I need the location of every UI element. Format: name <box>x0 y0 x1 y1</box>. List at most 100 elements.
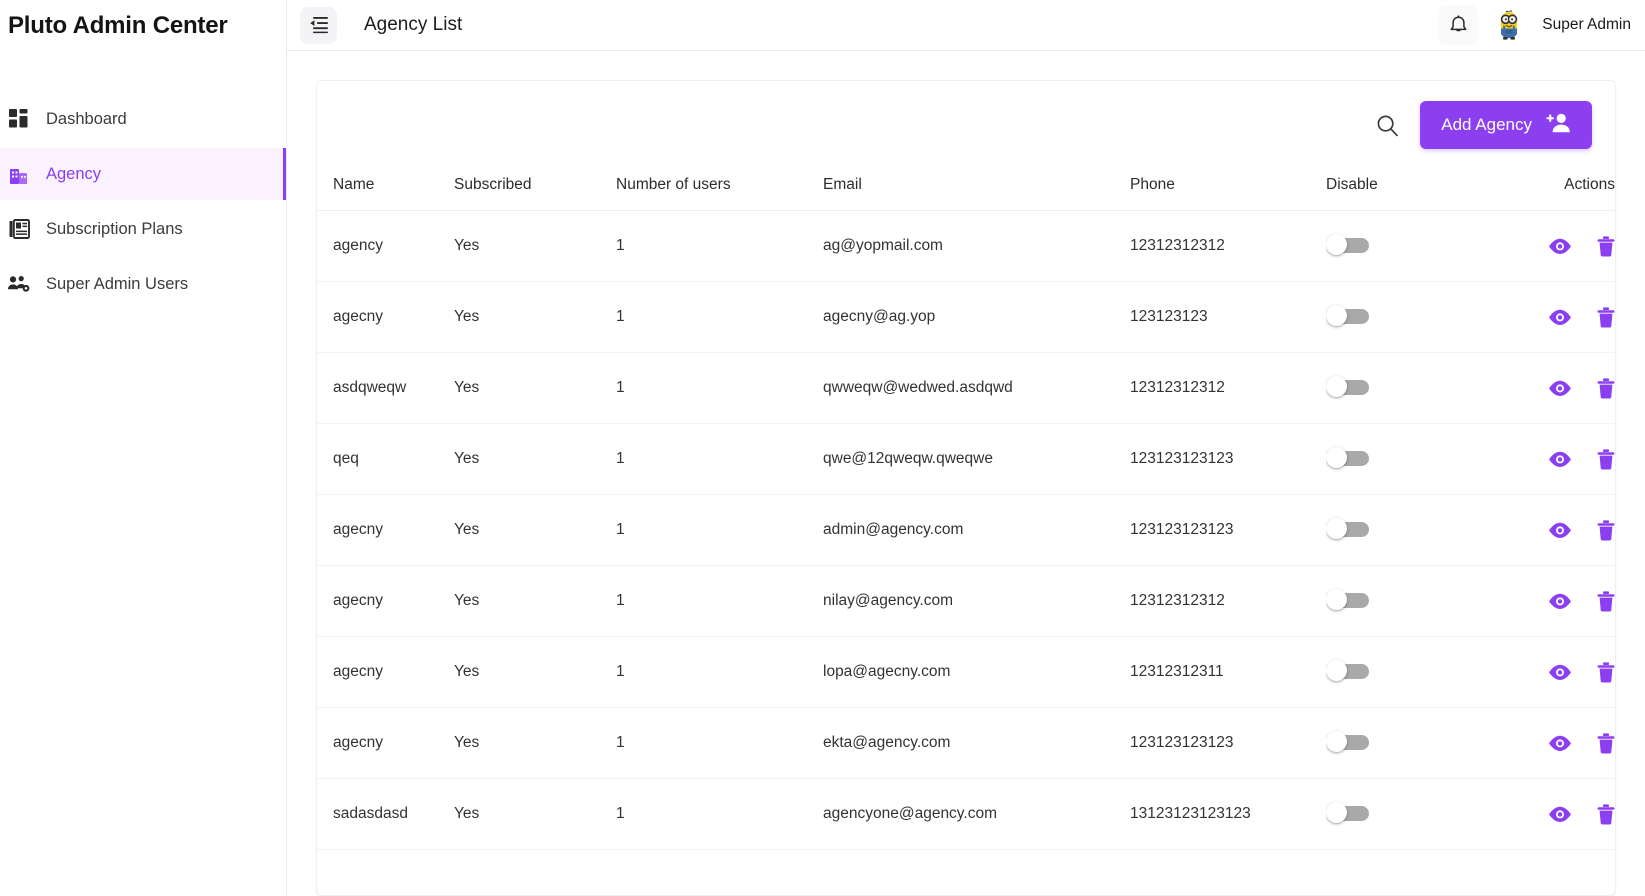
disable-toggle[interactable] <box>1326 376 1372 399</box>
topbar-right: Super Admin <box>1438 5 1631 45</box>
row-actions <box>1494 519 1615 541</box>
row-actions <box>1494 306 1615 328</box>
cell-phone: 12312312312 <box>1130 210 1326 282</box>
column-header-email[interactable]: Email <box>823 162 1130 211</box>
toggle-thumb <box>1326 447 1347 468</box>
eye-icon[interactable] <box>1548 735 1572 752</box>
cell-phone: 123123123 <box>1130 281 1326 353</box>
sidebar-item-label: Dashboard <box>46 109 127 128</box>
cell-name: agecny <box>317 565 454 637</box>
sidebar-item-agency[interactable]: Agency <box>0 148 286 200</box>
trash-icon[interactable] <box>1597 590 1615 612</box>
eye-icon[interactable] <box>1548 806 1572 823</box>
disable-toggle[interactable] <box>1326 802 1372 825</box>
eye-icon[interactable] <box>1548 664 1572 681</box>
row-actions <box>1494 803 1615 825</box>
column-header-name[interactable]: Name <box>317 162 454 211</box>
disable-toggle[interactable] <box>1326 234 1372 257</box>
cell-email: qwe@12qweqw.qweqwe <box>823 423 1130 495</box>
row-actions <box>1494 377 1615 399</box>
toggle-thumb <box>1326 234 1347 255</box>
trash-icon[interactable] <box>1597 519 1615 541</box>
row-actions <box>1494 661 1615 683</box>
cell-actions <box>1494 423 1615 495</box>
cell-name: sadasdasd <box>317 778 454 850</box>
toggle-thumb <box>1326 376 1347 397</box>
disable-toggle[interactable] <box>1326 447 1372 470</box>
cell-disable <box>1326 565 1494 637</box>
toggle-thumb <box>1326 731 1347 752</box>
trash-icon[interactable] <box>1597 732 1615 754</box>
cell-users: 1 <box>616 281 823 353</box>
cell-subscribed: Yes <box>454 494 616 566</box>
eye-icon[interactable] <box>1548 593 1572 610</box>
cell-subscribed: Yes <box>454 707 616 779</box>
cell-disable <box>1326 707 1494 779</box>
bell-icon[interactable] <box>1438 5 1479 45</box>
table-row: asdqweqw Yes 1 qwweqw@wedwed.asdqwd 12312312… <box>317 352 1615 424</box>
disable-toggle[interactable] <box>1326 731 1372 754</box>
trash-icon[interactable] <box>1597 235 1615 257</box>
table-head: Name Subscribed Number of users Email Ph… <box>317 162 1615 211</box>
dashboard-icon <box>8 108 30 130</box>
cell-disable <box>1326 352 1494 424</box>
cell-disable <box>1326 281 1494 353</box>
sidebar-item-dashboard[interactable]: Dashboard <box>0 93 286 145</box>
brand-title: Pluto Admin Center <box>8 11 228 39</box>
content-area: Add Agency Name Subscribed Number of use… <box>287 51 1645 896</box>
page-title: Agency List <box>364 14 463 35</box>
cell-subscribed: Yes <box>454 281 616 353</box>
disable-toggle[interactable] <box>1326 518 1372 541</box>
cell-users: 1 <box>616 423 823 495</box>
cell-name: agecny <box>317 494 454 566</box>
column-header-users[interactable]: Number of users <box>616 162 823 211</box>
cell-disable <box>1326 494 1494 566</box>
cell-actions <box>1494 352 1615 424</box>
cell-users: 1 <box>616 707 823 779</box>
cell-phone: 12312312311 <box>1130 636 1326 708</box>
column-header-actions: Actions <box>1494 162 1615 211</box>
cell-name: agency <box>317 210 454 282</box>
column-header-phone[interactable]: Phone <box>1130 162 1326 211</box>
cell-actions <box>1494 210 1615 282</box>
sidebar-item-label: Agency <box>46 164 102 183</box>
trash-icon[interactable] <box>1597 661 1615 683</box>
users-gear-icon <box>8 273 30 295</box>
eye-icon[interactable] <box>1548 309 1572 326</box>
trash-icon[interactable] <box>1597 377 1615 399</box>
cell-actions <box>1494 565 1615 637</box>
cell-users: 1 <box>616 778 823 850</box>
eye-icon[interactable] <box>1548 380 1572 397</box>
table-row: agecny Yes 1 nilay@agency.com 12312312312 <box>317 565 1615 637</box>
sidebar-item-super-admin-users[interactable]: Super Admin Users <box>0 258 286 310</box>
sidebar: Pluto Admin Center Dashboard Agency Subs… <box>0 0 287 896</box>
card-toolbar: Add Agency <box>317 81 1615 162</box>
agency-table: Name Subscribed Number of users Email Ph… <box>317 162 1615 850</box>
cell-actions <box>1494 636 1615 708</box>
toggle-thumb <box>1326 518 1347 539</box>
cell-phone: 123123123123 <box>1130 707 1326 779</box>
add-agency-button[interactable]: Add Agency <box>1420 101 1592 149</box>
search-icon[interactable] <box>1370 108 1404 142</box>
column-header-subscribed[interactable]: Subscribed <box>454 162 616 211</box>
disable-toggle[interactable] <box>1326 589 1372 612</box>
cell-actions <box>1494 778 1615 850</box>
column-header-disable[interactable]: Disable <box>1326 162 1494 211</box>
menu-collapse-icon[interactable] <box>300 6 337 44</box>
cell-email: agencyone@agency.com <box>823 778 1130 850</box>
toggle-thumb <box>1326 660 1347 681</box>
cell-subscribed: Yes <box>454 778 616 850</box>
newspaper-icon <box>8 218 30 240</box>
user-name: Super Admin <box>1542 16 1631 33</box>
table-row: qeq Yes 1 qwe@12qweqw.qweqwe 123123123123 <box>317 423 1615 495</box>
avatar[interactable] <box>1492 8 1527 42</box>
eye-icon[interactable] <box>1548 238 1572 255</box>
trash-icon[interactable] <box>1597 306 1615 328</box>
disable-toggle[interactable] <box>1326 660 1372 683</box>
trash-icon[interactable] <box>1597 803 1615 825</box>
trash-icon[interactable] <box>1597 448 1615 470</box>
eye-icon[interactable] <box>1548 451 1572 468</box>
eye-icon[interactable] <box>1548 522 1572 539</box>
sidebar-item-subscription-plans[interactable]: Subscription Plans <box>0 203 286 255</box>
disable-toggle[interactable] <box>1326 305 1372 328</box>
